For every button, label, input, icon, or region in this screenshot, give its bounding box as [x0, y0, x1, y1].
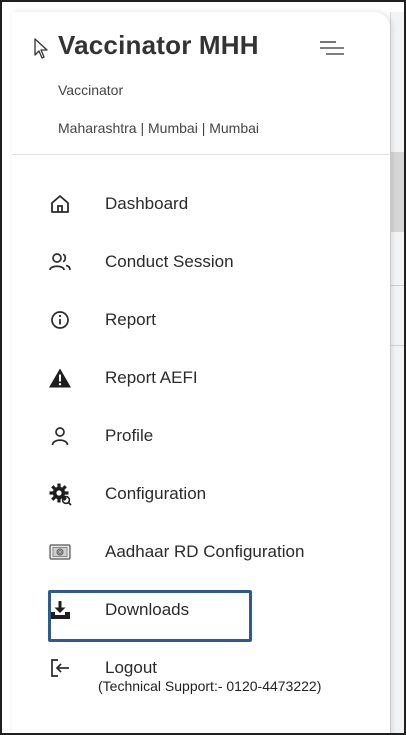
nav-item-conduct-session[interactable]: Conduct Session [48, 242, 348, 282]
technical-support-text: (Technical Support:- 0120-4473222) [98, 678, 322, 694]
nav-item-dashboard[interactable]: Dashboard [48, 184, 348, 224]
selected-item-highlight [48, 590, 252, 642]
nav-item-label: Report AEFI [105, 368, 198, 387]
menu-icon [320, 41, 344, 55]
nav-item-label: Logout [105, 658, 157, 677]
user-icon [48, 424, 72, 448]
menu-toggle-button[interactable] [318, 36, 346, 60]
logout-icon [48, 656, 72, 680]
nav-item-aadhaar-rd-configuration[interactable]: Aadhaar RD Configuration [48, 532, 348, 572]
background-divider [391, 285, 404, 286]
nav-item-label: Profile [105, 426, 154, 445]
navigation-drawer: Vaccinator MHH Vaccinator Maharashtra | … [12, 12, 390, 733]
background-scrollbar[interactable] [391, 152, 404, 232]
drawer-header: Vaccinator MHH Vaccinator Maharashtra | … [12, 12, 390, 155]
nav-item-configuration[interactable]: Configuration [48, 474, 348, 514]
screenshot-frame: Vaccinator MHH Vaccinator Maharashtra | … [0, 0, 406, 735]
user-role: Vaccinator [58, 82, 124, 98]
nav-item-report[interactable]: Report [48, 300, 348, 340]
nav-item-report-aefi[interactable]: Report AEFI [48, 358, 348, 398]
nav-item-profile[interactable]: Profile [48, 416, 348, 456]
home-icon [48, 192, 72, 216]
users-icon [48, 250, 72, 274]
info-icon [48, 308, 72, 332]
nav-item-label: Conduct Session [105, 252, 234, 271]
nav-item-label: Configuration [105, 484, 207, 503]
nav-item-label: Report [105, 310, 157, 329]
nav-item-label: Aadhaar RD Configuration [105, 542, 305, 561]
mouse-cursor-icon [34, 38, 48, 59]
background-divider [391, 345, 404, 346]
settings-gear-icon [48, 482, 72, 506]
background-content [390, 12, 404, 733]
fingerprint-device-icon [48, 540, 72, 564]
warning-icon [48, 366, 72, 390]
user-location: Maharashtra | Mumbai | Mumbai [58, 120, 260, 136]
nav-item-label: Dashboard [105, 194, 189, 213]
app-title: Vaccinator MHH [58, 30, 259, 60]
